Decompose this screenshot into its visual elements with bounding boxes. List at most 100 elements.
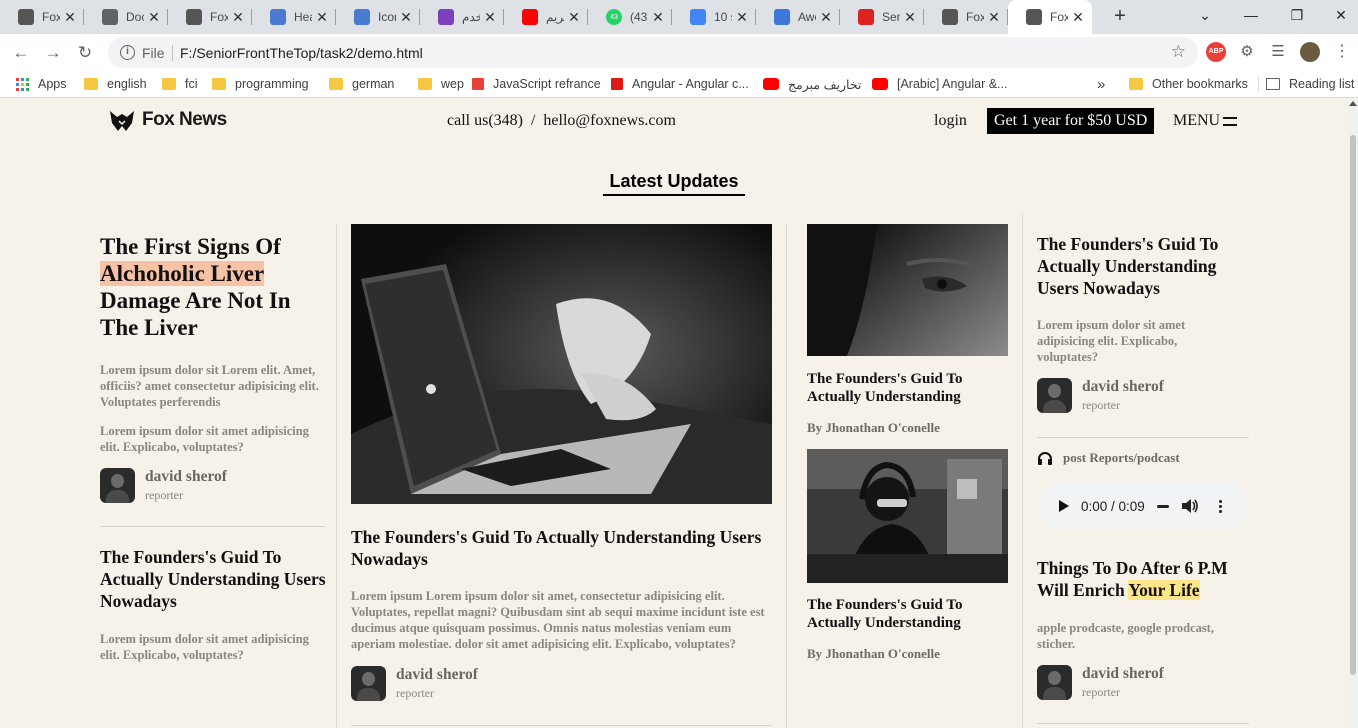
audio-player[interactable]: 0:00 / 0:09	[1037, 482, 1249, 530]
browser-toolbar: ← → ↻ i File F:/SeniorFrontTheTop/task2/…	[0, 34, 1358, 71]
browser-tab[interactable]: جريم✕	[504, 0, 588, 34]
bookmark-item[interactable]: [Arabic] Angular &...	[872, 75, 1007, 93]
browser-tab[interactable]: خدم ✕	[420, 0, 504, 34]
maximize-button[interactable]: ❐	[1274, 0, 1320, 34]
close-tab-icon[interactable]: ✕	[648, 9, 668, 26]
author-card[interactable]: david sherof reporter	[1037, 665, 1164, 701]
article-byline: By Jhonathan O'conelle	[807, 420, 940, 435]
close-tab-icon[interactable]: ✕	[396, 9, 416, 26]
address-bar[interactable]: i File F:/SeniorFrontTheTop/task2/demo.h…	[108, 37, 1198, 68]
reading-list[interactable]: Reading list	[1266, 75, 1354, 93]
browser-tab[interactable]: Fox ✕	[0, 0, 84, 34]
bookmark-item[interactable]: Apps	[16, 75, 67, 93]
chrome-menu-icon[interactable]: ⋮	[1332, 42, 1352, 62]
bookmark-item[interactable]: fci	[162, 75, 198, 93]
dj-headphones-photo[interactable]	[807, 449, 1008, 583]
headline-founders-guide-main[interactable]: The Founders's Guid To Actually Understa…	[351, 526, 771, 570]
close-tab-icon[interactable]: ✕	[312, 9, 332, 26]
page-scrollbar[interactable]	[1348, 99, 1358, 728]
media-queue-icon[interactable]: ☰	[1268, 42, 1288, 62]
close-tab-icon[interactable]: ✕	[732, 9, 752, 26]
close-tab-icon[interactable]: ✕	[1068, 9, 1088, 26]
scroll-up-arrow-icon[interactable]	[1349, 101, 1357, 106]
adblock-icon[interactable]: ABP	[1206, 42, 1226, 62]
folder-icon	[212, 78, 226, 90]
site-info-icon[interactable]: i	[120, 45, 135, 60]
laptop-photo-image	[351, 224, 772, 504]
browser-tab[interactable]: Hea✕	[252, 0, 336, 34]
contact-info[interactable]: call us(348) / hello@foxnews.com	[447, 112, 676, 130]
headline-founders-guide-side[interactable]: The Founders's Guid To Actually Understa…	[1037, 233, 1252, 299]
close-tab-icon[interactable]: ✕	[144, 9, 164, 26]
face-closeup-photo[interactable]	[807, 224, 1008, 356]
forward-arrow-icon[interactable]: →	[40, 40, 66, 66]
headline-text: The First Signs Of	[100, 234, 281, 259]
new-tab-button[interactable]: +	[1108, 4, 1132, 28]
headline-liver-damage[interactable]: The First Signs Of Alchoholic Liver Dama…	[100, 233, 330, 341]
back-arrow-icon[interactable]: ←	[8, 40, 34, 66]
close-tab-icon[interactable]: ✕	[228, 9, 248, 26]
close-window-button[interactable]: ✕	[1318, 0, 1358, 34]
headline-after-6pm[interactable]: Things To Do After 6 P.M Will Enrich You…	[1037, 557, 1252, 601]
browser-tab[interactable]: 10 s✕	[672, 0, 756, 34]
minimize-button[interactable]: —	[1228, 0, 1274, 34]
close-tab-icon[interactable]: ✕	[984, 9, 1004, 26]
other-bookmarks[interactable]: Other bookmarks	[1129, 75, 1248, 93]
subscribe-button[interactable]: Get 1 year for $50 USD	[987, 108, 1155, 134]
bookmark-item[interactable]: german	[329, 75, 394, 93]
close-tab-icon[interactable]: ✕	[816, 9, 836, 26]
bookmarks-overflow-icon[interactable]: »	[1097, 75, 1105, 93]
play-icon[interactable]	[1059, 500, 1069, 512]
browser-tab[interactable]: Fox ✕	[1008, 0, 1092, 34]
fox-news-logo-icon	[186, 9, 202, 25]
menu-button[interactable]: MENU	[1173, 112, 1238, 130]
browser-tab[interactable]: Fox ✕	[168, 0, 252, 34]
author-card[interactable]: david sherof reporter	[100, 468, 227, 504]
headline-founders-guide-small[interactable]: The Founders's Guid To Actually Understa…	[807, 596, 1012, 632]
author-card[interactable]: david sherof reporter	[1037, 378, 1164, 414]
login-link[interactable]: login	[934, 112, 967, 130]
globe-icon	[102, 9, 118, 25]
profile-avatar[interactable]	[1300, 42, 1320, 62]
browser-tab[interactable]: Fox ✕	[924, 0, 1008, 34]
headline-founders-guide[interactable]: The Founders's Guid To Actually Understa…	[100, 546, 330, 612]
browser-tab[interactable]: Icor✕	[336, 0, 420, 34]
tab-search-dropdown-icon[interactable]: ⌄	[1182, 0, 1228, 34]
bookmark-item[interactable]: programming	[212, 75, 309, 93]
bookmark-item[interactable]: english	[84, 75, 147, 93]
bookmark-star-icon[interactable]: ☆	[1171, 42, 1186, 62]
extensions-puzzle-icon[interactable]: ⚙	[1237, 42, 1257, 62]
close-tab-icon[interactable]: ✕	[60, 9, 80, 26]
fox-news-logo-icon	[18, 9, 34, 25]
laptop-photo[interactable]	[351, 224, 772, 504]
bookmark-item[interactable]: wep	[418, 75, 464, 93]
address-divider	[172, 45, 173, 61]
close-tab-icon[interactable]: ✕	[900, 9, 920, 26]
flag-icon	[270, 9, 286, 25]
bookmark-item[interactable]: Angular - Angular c...	[611, 75, 749, 93]
bookmark-item[interactable]: تخاريف مبرمج	[763, 75, 861, 93]
scrollbar-thumb[interactable]	[1350, 135, 1356, 675]
browser-tab[interactable]: Sen✕	[840, 0, 924, 34]
section-title: Latest Updates	[0, 171, 1348, 196]
site-logo[interactable]: Fox News	[108, 107, 227, 133]
close-tab-icon[interactable]: ✕	[480, 9, 500, 26]
browser-tab[interactable]: 43 (43)✕	[588, 0, 672, 34]
reload-icon[interactable]: ↻	[72, 40, 98, 66]
headline-founders-guide-small[interactable]: The Founders's Guid To Actually Understa…	[807, 370, 1012, 406]
face-closeup-image	[807, 224, 1008, 356]
browser-tab[interactable]: Doc✕	[84, 0, 168, 34]
url-text[interactable]: F:/SeniorFrontTheTop/task2/demo.html	[180, 45, 423, 61]
reading-list-icon	[1266, 78, 1280, 90]
volume-icon[interactable]	[1181, 498, 1199, 514]
audio-progress-bar[interactable]	[1156, 504, 1169, 508]
author-card[interactable]: david sherof reporter	[351, 666, 478, 702]
more-options-icon[interactable]	[1218, 499, 1222, 513]
dj-headphones-image	[807, 449, 1008, 583]
tab-title: Icor	[378, 10, 396, 24]
author-name: david sherof	[1082, 378, 1164, 395]
close-tab-icon[interactable]: ✕	[564, 9, 584, 26]
browser-tab[interactable]: Awe✕	[756, 0, 840, 34]
audio-time: 0:00 / 0:09	[1081, 498, 1145, 514]
bookmark-item[interactable]: JavaScript refrance	[472, 75, 601, 93]
